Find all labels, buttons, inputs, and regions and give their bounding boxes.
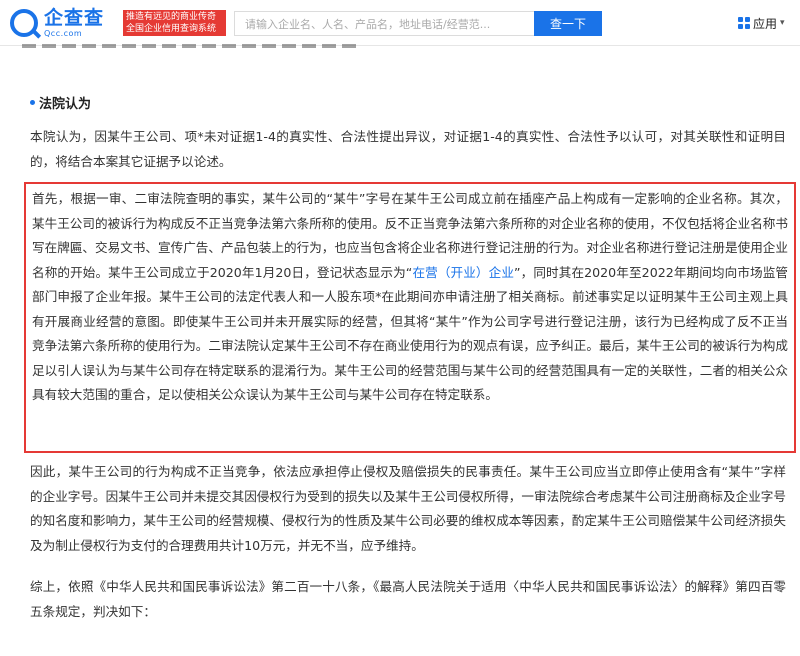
logo-cn: 企查查 xyxy=(44,6,105,29)
bullet-dot-icon xyxy=(30,100,35,105)
section-title-text: 法院认为 xyxy=(39,97,92,112)
paragraph-highlighted: 首先，根据一审、二审法院查明的事实，某牛公司的“某牛”字号在某牛王公司成立前在插… xyxy=(32,187,788,408)
logo-magnifier-icon xyxy=(10,9,38,37)
logo-en: Qcc.com xyxy=(44,28,83,38)
paragraph-highlighted-text-b: ”，同时其在2020年至2022年期间均向市场监管部门申报了企业年报。某牛王公司… xyxy=(32,264,789,403)
app-menu-label: 应用 xyxy=(753,16,778,31)
slogan-line2: 全国企业信用查询系统 xyxy=(126,24,217,34)
slogan-banner: 推造有远见的商业传奇 全国企业信用查询系统 xyxy=(123,10,226,36)
app-menu-button[interactable]: 应用 ▾ xyxy=(738,13,793,33)
logo-text: 企查查 Qcc.com xyxy=(44,6,105,38)
truncated-text-line xyxy=(22,44,362,48)
search-placeholder: 请输入企业名、人名、产品名，地址电话/经营范... xyxy=(245,17,491,31)
top-header: 企查查 Qcc.com 推造有远见的商业传奇 全国企业信用查询系统 请输入企业名… xyxy=(0,0,800,46)
search-button[interactable]: 查一下 xyxy=(534,11,602,36)
search-input[interactable]: 请输入企业名、人名、产品名，地址电话/经营范... xyxy=(234,11,534,36)
chevron-down-icon: ▾ xyxy=(780,18,785,28)
apps-grid-icon xyxy=(738,17,750,29)
section-heading: 法院认为 xyxy=(30,93,91,112)
highlighted-paragraph-box: 首先，根据一审、二审法院查明的事实，某牛公司的“某牛”字号在某牛王公司成立前在插… xyxy=(24,182,796,453)
paragraph-conclusion: 综上，依照《中华人民共和国民事诉讼法》第二百一十八条，《最高人民法院关于适用〈中… xyxy=(30,579,786,619)
paragraph-liability: 因此，某牛王公司的行为构成不正当竞争，依法应承担停止侵权及赔偿损失的民事责任。某… xyxy=(30,464,786,553)
slogan-line1: 推造有远见的商业传奇 xyxy=(126,12,217,22)
qcc-logo[interactable]: 企查查 Qcc.com xyxy=(10,8,104,38)
paragraph-court-opinion: 本院认为，因某牛王公司、项*未对证据1-4的真实性、合法性提出异议，对证据1-4… xyxy=(30,129,786,169)
company-status-link[interactable]: 在营（开业）企业 xyxy=(412,265,514,280)
